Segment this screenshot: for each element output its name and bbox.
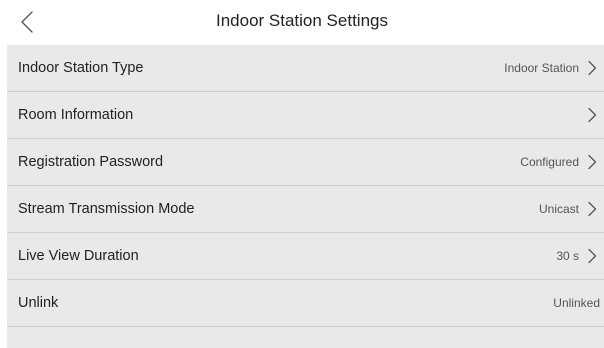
setting-right: Unlinked <box>553 280 600 326</box>
setting-value: Unlinked <box>553 296 600 310</box>
setting-value: 30 s <box>556 249 579 263</box>
setting-right: Configured <box>520 139 599 185</box>
chevron-right-icon <box>585 200 599 218</box>
indoor-station-settings-screen: Indoor Station Settings Indoor Station T… <box>0 0 604 348</box>
setting-right <box>579 92 599 138</box>
setting-label: Indoor Station Type <box>18 60 144 76</box>
setting-label: Unlink <box>18 295 59 311</box>
setting-right: Unicast <box>539 186 599 232</box>
setting-row-registration-password[interactable]: Registration Password Configured <box>7 139 604 186</box>
setting-row-room-information[interactable]: Room Information <box>7 92 604 139</box>
page-title: Indoor Station Settings <box>215 11 388 30</box>
setting-row-live-view-duration[interactable]: Live View Duration 30 s <box>7 233 604 280</box>
settings-list: Indoor Station Type Indoor Station Room … <box>7 45 604 348</box>
chevron-right-icon <box>585 106 599 124</box>
setting-label: Stream Transmission Mode <box>18 201 195 217</box>
list-bottom-spacer <box>7 327 604 347</box>
chevron-right-icon <box>585 247 599 265</box>
setting-label: Live View Duration <box>18 248 139 264</box>
setting-row-indoor-station-type[interactable]: Indoor Station Type Indoor Station <box>7 45 604 92</box>
setting-row-stream-transmission-mode[interactable]: Stream Transmission Mode Unicast <box>7 186 604 233</box>
chevron-right-icon <box>585 59 599 77</box>
header-bar: Indoor Station Settings <box>0 0 604 45</box>
setting-label: Registration Password <box>18 154 164 170</box>
setting-right: Indoor Station <box>504 45 599 91</box>
setting-row-unlink[interactable]: Unlink Unlinked <box>7 280 604 327</box>
chevron-right-icon <box>585 153 599 171</box>
setting-label: Room Information <box>18 107 134 123</box>
setting-right: 30 s <box>556 233 599 279</box>
setting-value: Indoor Station <box>504 61 579 75</box>
setting-value: Unicast <box>538 202 579 216</box>
setting-value: Configured <box>520 155 579 169</box>
